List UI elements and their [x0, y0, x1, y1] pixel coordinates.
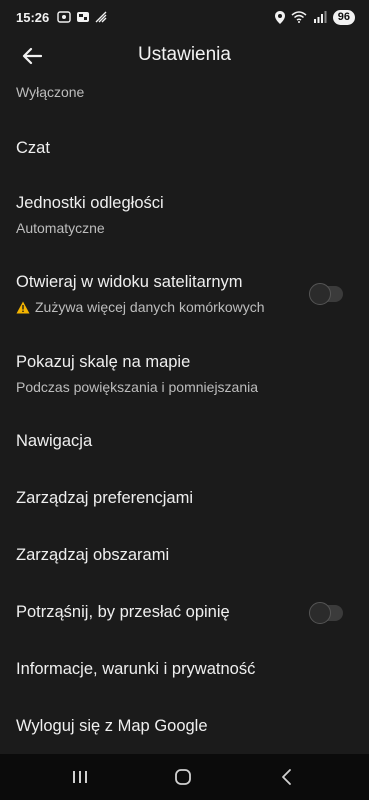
settings-item-title: Potrząśnij, by przesłać opinię	[16, 603, 230, 621]
satellite-view-toggle[interactable]	[309, 283, 343, 305]
settings-item-map-scale[interactable]: Pokazuj skalę na mapie Podczas powiększa…	[0, 340, 369, 404]
settings-item-manage-areas[interactable]: Zarządzaj obszarami	[0, 530, 369, 580]
toggle-knob	[309, 602, 331, 624]
no-network-icon	[95, 11, 107, 23]
battery-level: 96	[337, 10, 350, 23]
settings-item-navigation[interactable]: Nawigacja	[0, 416, 369, 466]
settings-item-shake-feedback[interactable]: Potrząśnij, by przesłać opinię	[0, 587, 369, 637]
status-time: 15:26	[16, 9, 50, 25]
settings-item-distance-units[interactable]: Jednostki odległości Automatyczne	[0, 178, 369, 242]
settings-item-subtitle: Podczas powiększania i pomniejszania	[16, 379, 259, 395]
status-notification-icons	[57, 11, 107, 23]
settings-item-sign-out[interactable]: Wyloguj się z Map Google	[0, 701, 369, 751]
settings-item-subtitle: Automatyczne	[16, 220, 105, 236]
settings-item-chat[interactable]: Czat	[0, 122, 369, 174]
app-bar: Ustawienia	[0, 34, 369, 78]
system-nav-bar	[0, 754, 369, 800]
settings-item-satellite-view[interactable]: Otwieraj w widoku satelitarnym Zużywa wi…	[0, 260, 369, 324]
settings-item-title: Nawigacja	[16, 432, 93, 450]
system-back-button[interactable]	[275, 765, 299, 789]
settings-item-subtitle: Wyłączone	[16, 84, 85, 100]
recent-apps-icon	[73, 771, 87, 783]
page-title: Ustawienia	[138, 44, 231, 65]
warning-text: Zużywa więcej danych komórkowych	[35, 299, 265, 315]
toggle-knob	[309, 283, 331, 305]
warning-triangle-icon	[16, 301, 30, 314]
location-icon	[274, 10, 285, 24]
battery-indicator: 96	[332, 9, 355, 25]
app-notification-icon	[76, 11, 90, 23]
home-button[interactable]	[171, 765, 195, 789]
screen: 15:26 96 Ustawienia Wyłączone Czat Jedno…	[0, 0, 369, 800]
settings-item-manage-preferences[interactable]: Zarządzaj preferencjami	[0, 473, 369, 523]
settings-item-warning: Zużywa więcej danych komórkowych	[16, 299, 265, 315]
settings-item-title: Zarządzaj preferencjami	[16, 489, 193, 507]
home-icon	[175, 769, 191, 785]
screenshot-icon	[57, 11, 71, 23]
settings-item-title: Zarządzaj obszarami	[16, 546, 170, 564]
settings-item-title: Jednostki odległości	[16, 194, 164, 212]
settings-item-title: Pokazuj skalę na mapie	[16, 353, 191, 371]
status-right-icons: 96	[274, 9, 355, 25]
settings-item-title: Informacje, warunki i prywatność	[16, 660, 256, 678]
back-chevron-icon	[282, 769, 291, 785]
wifi-icon	[291, 11, 307, 23]
settings-item-title: Otwieraj w widoku satelitarnym	[16, 273, 243, 291]
signal-icon	[313, 11, 327, 23]
shake-feedback-toggle[interactable]	[309, 602, 343, 624]
settings-item-about-terms-privacy[interactable]: Informacje, warunki i prywatność	[0, 644, 369, 694]
status-bar: 15:26 96	[0, 0, 369, 34]
settings-item-title: Czat	[16, 139, 50, 157]
recent-apps-button[interactable]	[68, 765, 92, 789]
settings-item-partial[interactable]: Wyłączone	[0, 78, 369, 108]
settings-item-title: Wyloguj się z Map Google	[16, 717, 208, 735]
